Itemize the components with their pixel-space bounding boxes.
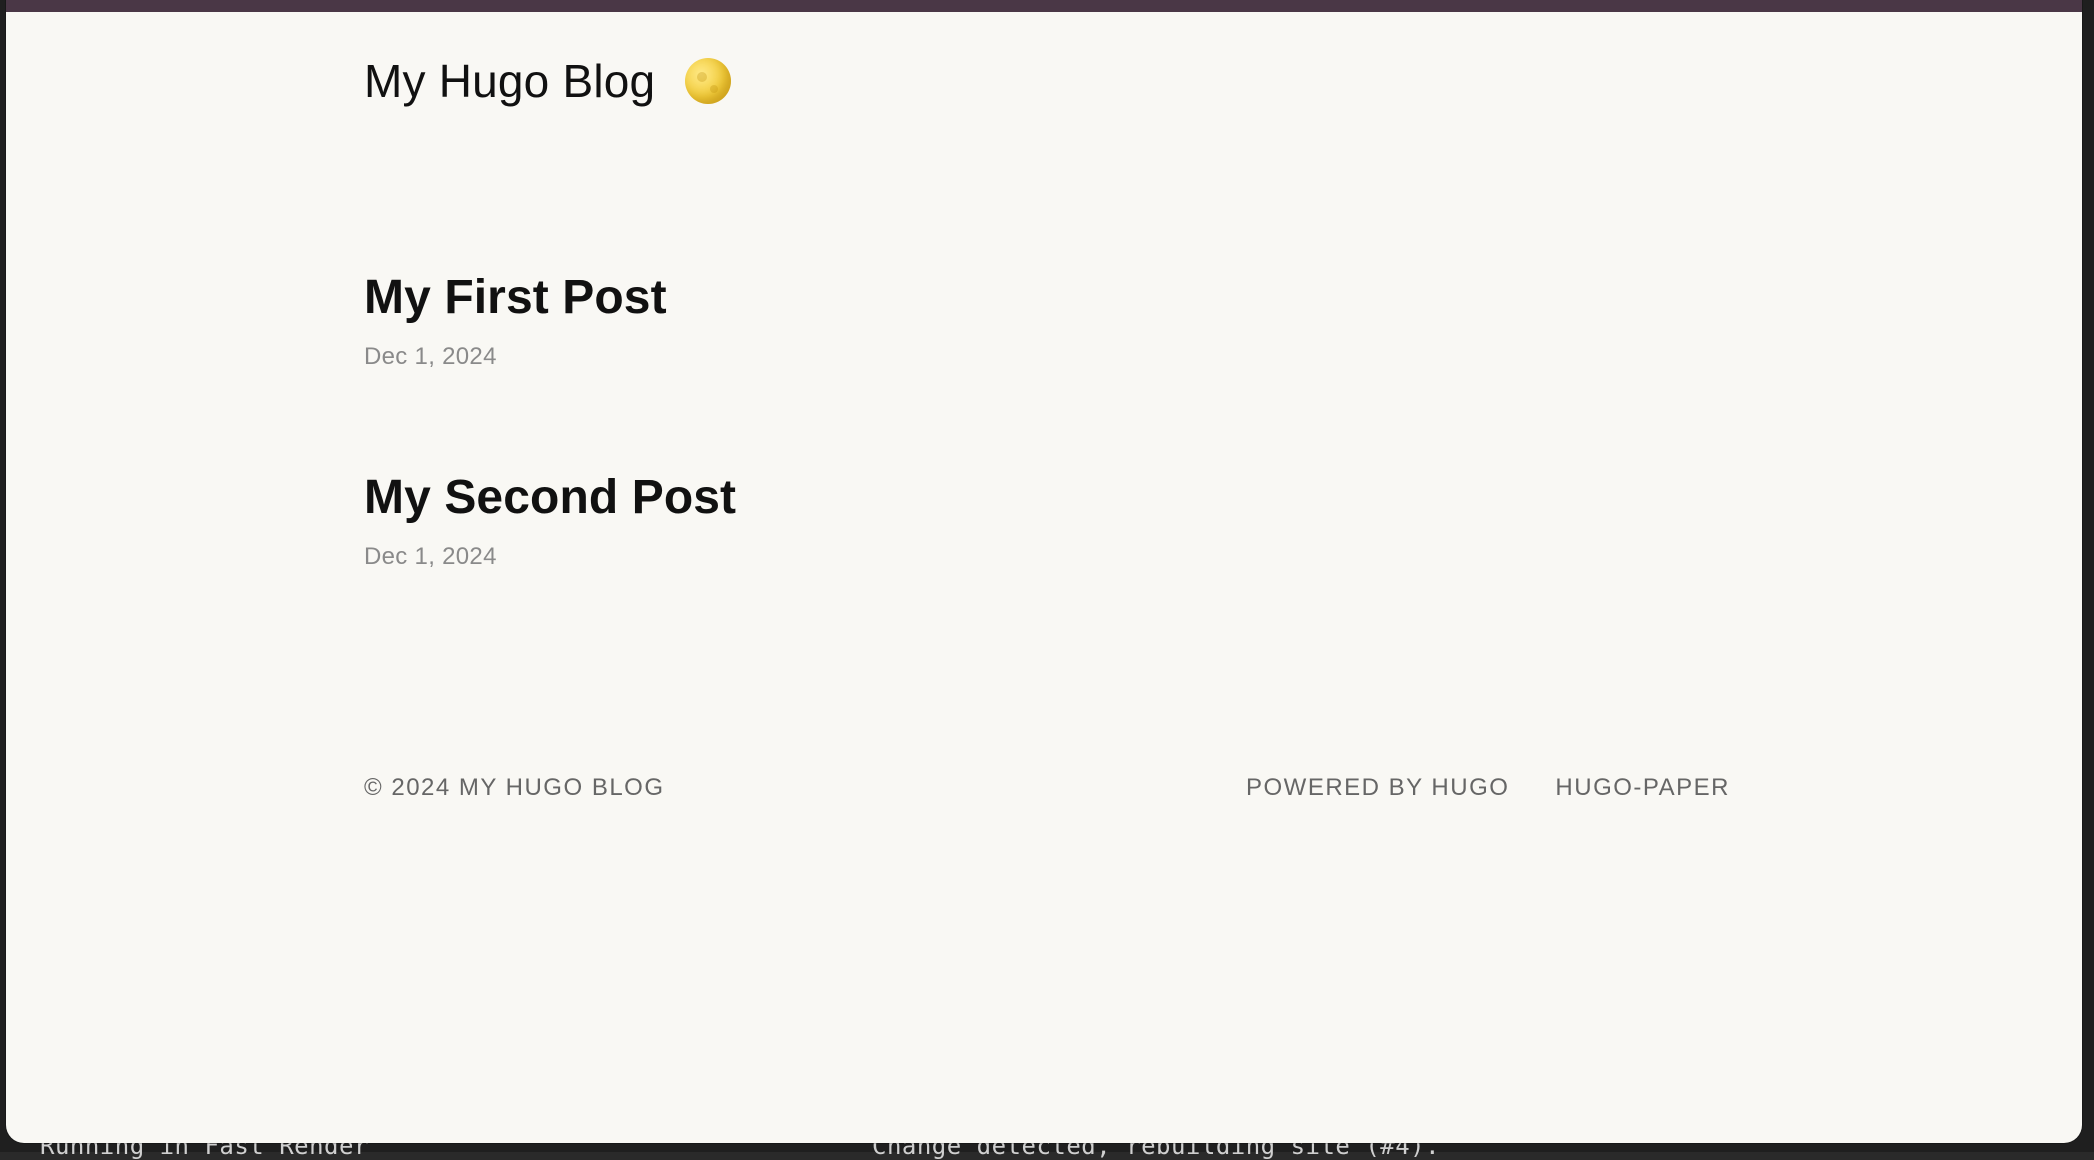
post-title-link[interactable]: My Second Post — [364, 470, 736, 525]
full-moon-icon — [685, 58, 732, 104]
powered-by-hugo-link[interactable]: POWERED BY HUGO — [1246, 774, 1509, 802]
site-header: My Hugo Blog — [364, 54, 733, 108]
post-title-link[interactable]: My First Post — [364, 270, 667, 325]
site-footer: © 2024 MY HUGO BLOG POWERED BY HUGO HUGO… — [364, 774, 1730, 802]
window-top-bar — [6, 0, 2082, 12]
theme-toggle-button[interactable] — [685, 57, 733, 105]
post-item-second: My Second Post Dec 1, 2024 — [364, 470, 736, 571]
browser-window: My Hugo Blog My First Post Dec 1, 2024 M… — [6, 0, 2082, 1143]
footer-copyright: © 2024 MY HUGO BLOG — [364, 774, 665, 801]
post-date: Dec 1, 2024 — [364, 343, 497, 371]
site-title-link[interactable]: My Hugo Blog — [364, 54, 655, 108]
post-item-first: My First Post Dec 1, 2024 — [364, 270, 667, 371]
footer-links: POWERED BY HUGO HUGO-PAPER — [1246, 774, 1730, 802]
hugo-paper-link[interactable]: HUGO-PAPER — [1555, 774, 1730, 802]
post-date: Dec 1, 2024 — [364, 543, 497, 571]
